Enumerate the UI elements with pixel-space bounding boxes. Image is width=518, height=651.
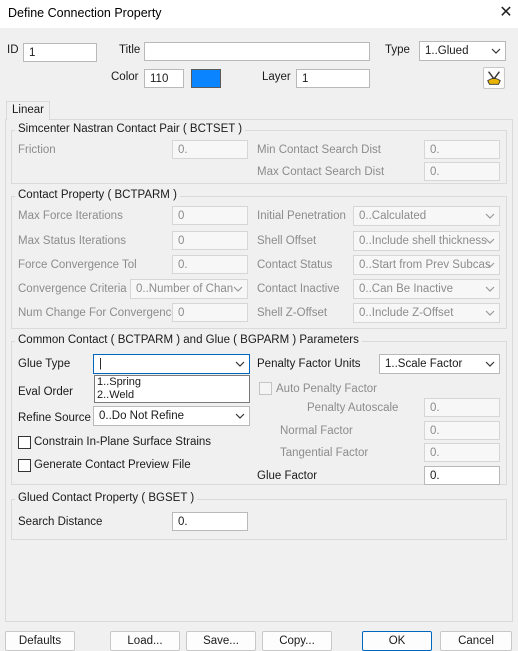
constrain-strains-checkbox[interactable] — [18, 436, 31, 449]
min-search-dist-label: Min Contact Search Dist — [257, 144, 381, 156]
color-swatch-button[interactable] — [191, 69, 221, 88]
glue-factor-field[interactable]: 0. — [424, 466, 500, 485]
conv-criteria-select[interactable]: 0..Number of Chan — [130, 279, 248, 299]
common-title: Common Contact ( BCTPARM ) and Glue ( BG… — [15, 334, 362, 346]
max-force-iter-label: Max Force Iterations — [18, 210, 123, 222]
contact-status-select[interactable]: 0..Start from Prev Subcas — [353, 255, 500, 275]
constrain-strains-label: Constrain In-Plane Surface Strains — [34, 436, 212, 448]
max-force-iter-field[interactable]: 0 — [172, 206, 248, 225]
glue-type-label: Glue Type — [18, 358, 71, 370]
type-select-value: 1..Glued — [425, 45, 469, 57]
glue-type-option-weld[interactable]: 2..Weld — [95, 389, 249, 402]
shell-zoffset-select[interactable]: 0..Include Z-Offset — [353, 303, 500, 323]
save-button[interactable]: Save... — [186, 631, 256, 651]
friction-label: Friction — [18, 144, 56, 156]
bctset-title: Simcenter Nastran Contact Pair ( BCTSET … — [15, 123, 246, 135]
type-select[interactable]: 1..Glued — [419, 41, 506, 61]
title-field[interactable] — [144, 42, 370, 61]
num-change-label: Num Change For Convergence — [18, 307, 178, 319]
eval-order-label: Eval Order — [18, 386, 73, 398]
glue-factor-label: Glue Factor — [257, 470, 318, 482]
preview-file-checkbox[interactable] — [18, 459, 31, 472]
search-distance-label: Search Distance — [18, 516, 103, 528]
chevron-down-icon — [485, 361, 495, 367]
load-button[interactable]: Load... — [110, 631, 180, 651]
ok-button[interactable]: OK — [362, 631, 432, 651]
penalty-autoscale-label: Penalty Autoscale — [307, 402, 399, 414]
contact-status-value: 0..Start from Prev Subcas — [359, 259, 491, 271]
refine-source-label: Refine Source — [18, 412, 91, 424]
bgset-title: Glued Contact Property ( BGSET ) — [15, 492, 198, 504]
glue-type-select[interactable]: | — [93, 354, 250, 374]
contact-status-label: Contact Status — [257, 259, 333, 271]
initial-penetration-label: Initial Penetration — [257, 210, 346, 222]
max-search-dist-label: Max Contact Search Dist — [257, 166, 385, 178]
chevron-down-icon — [235, 361, 245, 367]
shell-offset-value: 0..Include shell thickness — [359, 235, 487, 247]
force-tol-field[interactable]: 0. — [172, 255, 248, 274]
shell-offset-label: Shell Offset — [257, 235, 317, 247]
chevron-down-icon — [235, 413, 245, 419]
chevron-down-icon — [485, 310, 495, 316]
property-library-button[interactable] — [483, 67, 505, 89]
conv-criteria-value: 0..Number of Chan — [136, 283, 234, 295]
id-field[interactable]: 1 — [23, 43, 97, 62]
glue-type-dropdown-list: 1..Spring 2..Weld — [94, 375, 250, 403]
color-label: Color — [111, 71, 139, 83]
refine-source-select[interactable]: 0..Do Not Refine — [93, 406, 250, 426]
penalty-autoscale-field[interactable]: 0. — [424, 398, 500, 417]
chevron-down-icon — [485, 262, 495, 268]
glue-type-value: | — [99, 358, 102, 370]
friction-field[interactable]: 0. — [172, 140, 248, 159]
penalty-units-select[interactable]: 1..Scale Factor — [379, 354, 500, 374]
initial-penetration-select[interactable]: 0..Calculated — [353, 206, 500, 226]
auto-penalty-label: Auto Penalty Factor — [276, 383, 377, 395]
window-title: Define Connection Property — [8, 6, 162, 20]
shell-offset-select[interactable]: 0..Include shell thickness — [353, 231, 500, 251]
layer-label: Layer — [262, 71, 291, 83]
initial-penetration-value: 0..Calculated — [359, 210, 427, 222]
tangential-factor-label: Tangential Factor — [280, 447, 369, 459]
close-icon[interactable]: ✕ — [496, 3, 516, 23]
library-icon — [487, 71, 501, 85]
auto-penalty-checkbox[interactable] — [259, 382, 272, 395]
cancel-button[interactable]: Cancel — [440, 631, 512, 651]
conv-criteria-label: Convergence Criteria — [18, 283, 127, 295]
tab-linear[interactable]: Linear — [6, 101, 50, 120]
defaults-button[interactable]: Defaults — [5, 631, 75, 651]
glue-type-option-spring[interactable]: 1..Spring — [95, 376, 249, 389]
copy-button[interactable]: Copy... — [262, 631, 332, 651]
layer-field[interactable]: 1 — [296, 69, 370, 88]
max-status-iter-field[interactable]: 0 — [172, 231, 248, 250]
force-tol-label: Force Convergence Tol — [18, 259, 137, 271]
contact-inactive-value: 0..Can Be Inactive — [359, 283, 453, 295]
penalty-units-label: Penalty Factor Units — [257, 358, 361, 370]
max-status-iter-label: Max Status Iterations — [18, 235, 127, 247]
bctparm-title: Contact Property ( BCTPARM ) — [15, 189, 180, 201]
title-label: Title — [119, 44, 141, 56]
type-label: Type — [385, 44, 410, 56]
tangential-factor-field[interactable]: 0. — [424, 443, 500, 462]
shell-zoffset-label: Shell Z-Offset — [257, 307, 328, 319]
penalty-units-value: 1..Scale Factor — [385, 358, 463, 370]
max-search-dist-field[interactable]: 0. — [424, 162, 500, 181]
num-change-field[interactable]: 0 — [172, 303, 248, 322]
shell-zoffset-value: 0..Include Z-Offset — [359, 307, 454, 319]
min-search-dist-field[interactable]: 0. — [424, 140, 500, 159]
id-label: ID — [7, 44, 19, 56]
chevron-down-icon — [485, 213, 495, 219]
normal-factor-label: Normal Factor — [280, 425, 353, 437]
preview-file-label: Generate Contact Preview File — [34, 459, 191, 471]
refine-source-value: 0..Do Not Refine — [99, 410, 185, 422]
search-distance-field[interactable]: 0. — [172, 512, 248, 531]
chevron-down-icon — [485, 286, 495, 292]
normal-factor-field[interactable]: 0. — [424, 421, 500, 440]
chevron-down-icon — [233, 286, 243, 292]
color-field[interactable]: 110 — [144, 69, 184, 88]
contact-inactive-select[interactable]: 0..Can Be Inactive — [353, 279, 500, 299]
chevron-down-icon — [485, 238, 495, 244]
contact-inactive-label: Contact Inactive — [257, 283, 340, 295]
chevron-down-icon — [491, 48, 501, 54]
